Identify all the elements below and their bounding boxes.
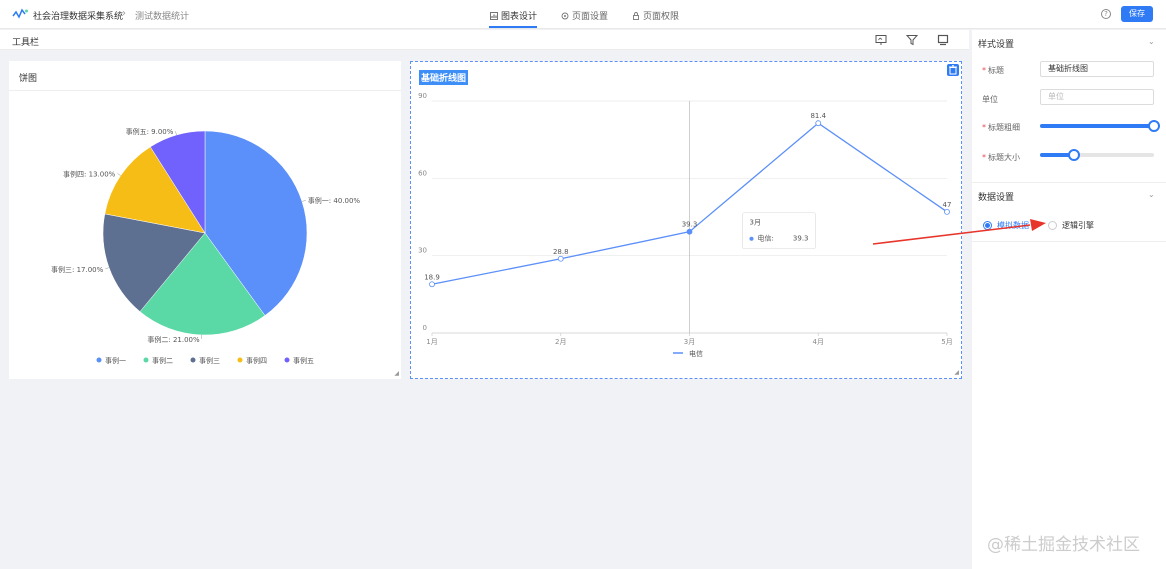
- breadcrumb-separator: ›: [122, 8, 126, 19]
- title-input[interactable]: 基础折线图: [1040, 61, 1154, 77]
- radio-mock-data[interactable]: 模拟数据: [983, 220, 1029, 231]
- radio-checked-icon: [983, 221, 992, 230]
- x-tick-label: 3月: [684, 338, 695, 346]
- resize-handle-icon[interactable]: ◢: [954, 369, 959, 376]
- y-tick-label: 0: [423, 324, 427, 332]
- title-thickness-label: * 标题粗细: [982, 123, 1020, 132]
- gear-icon: [561, 12, 569, 19]
- presentation-icon[interactable]: [875, 34, 887, 46]
- y-tick-label: 60: [418, 169, 427, 177]
- tab-label: 页面设置: [572, 12, 609, 22]
- pie-slice-label: 事例三: 17.00%: [51, 265, 104, 274]
- data-label: 18.9: [424, 273, 440, 281]
- chevron-down-icon[interactable]: ⌄: [1148, 190, 1155, 199]
- tab-page-permissions[interactable]: 页面权限: [632, 9, 679, 22]
- data-point: [686, 228, 693, 235]
- data-point: [815, 120, 822, 127]
- active-tab-indicator: [489, 26, 537, 28]
- data-label: 28.8: [553, 248, 569, 256]
- line-chart: 03060901月 2月 3月 4月 5月18.928.839.381.447电信3月电…: [418, 92, 953, 358]
- radio-logic-engine[interactable]: 逻辑引擎: [1048, 220, 1094, 231]
- legend-label: 事例一: [105, 356, 126, 365]
- line-card-title: 基础折线图: [419, 70, 469, 85]
- lock-icon: [633, 11, 639, 20]
- legend-marker: [96, 357, 102, 363]
- settings-panel: 样式设置 ⌄ * 标题 基础折线图 单位 单位 * 标题粗细 * 标题大小 数据设置 …: [972, 30, 1166, 569]
- slider-thumb[interactable]: [1068, 149, 1081, 161]
- data-label: 47: [943, 201, 952, 209]
- legend-label: 电信: [689, 349, 703, 358]
- legend-marker: [190, 357, 196, 363]
- tab-label: 图表设计: [501, 12, 538, 22]
- tooltip-title: 3月: [750, 219, 761, 227]
- tab-label: 页面权限: [643, 12, 680, 22]
- data-point: [944, 208, 950, 215]
- pie-slice-label: 事例五: 9.00%: [126, 127, 174, 136]
- tooltip-marker: [749, 236, 754, 241]
- data-section-title[interactable]: 数据设置: [978, 190, 1014, 203]
- monitor-icon[interactable]: [937, 34, 949, 46]
- title-label: * 标题: [982, 66, 1004, 75]
- top-bar: 社会治理数据采集系统 › 测试数据统计 图表设计 页面设置 页面权限 ? 保存: [0, 0, 1166, 29]
- title-size-label: * 标题大小: [982, 153, 1020, 162]
- filter-icon[interactable]: [906, 34, 918, 46]
- section-divider: [972, 182, 1166, 183]
- legend-marker: [284, 357, 290, 363]
- title-thickness-slider[interactable]: [1040, 120, 1160, 132]
- line-chart-card[interactable]: 0 30 60 90 1月 2月 3月 4月 5月 18.9 28.8 39.3 81.4 47 电信 3月电…: [410, 61, 962, 379]
- breadcrumb-page[interactable]: 测试数据统计: [135, 9, 189, 22]
- title-size-slider[interactable]: [1040, 149, 1154, 161]
- section-divider: [972, 241, 1166, 242]
- delete-icon[interactable]: [947, 64, 959, 76]
- y-tick-label: 30: [418, 247, 427, 255]
- slider-fill: [1040, 124, 1154, 128]
- tooltip: 3月电信: 39.3: [742, 212, 816, 250]
- help-icon[interactable]: ?: [1101, 9, 1111, 19]
- watermark: @稀土掘金技术社区: [987, 535, 1140, 555]
- pie-label-leader: [117, 173, 121, 176]
- pie-slice-label: 事例二: 21.00%: [147, 335, 200, 344]
- logo-icon: [12, 8, 28, 19]
- legend-label: 事例四: [246, 356, 267, 365]
- y-tick-label: 90: [418, 92, 427, 100]
- resize-handle-icon[interactable]: ◢: [394, 370, 399, 377]
- legend-marker: [143, 357, 149, 363]
- app-title: 社会治理数据采集系统: [33, 12, 124, 22]
- pie-label-leader: [301, 200, 306, 202]
- legend-marker: [237, 357, 243, 363]
- data-point: [429, 281, 435, 288]
- x-tick-label: 2月: [555, 338, 566, 346]
- toolbar: 工具栏: [0, 30, 969, 50]
- chart-icon: [490, 11, 498, 20]
- legend-label: 事例三: [199, 356, 220, 365]
- data-label: 39.3: [682, 221, 698, 229]
- data-point: [557, 255, 564, 262]
- pie-slice-label: 事例四: 13.00%: [63, 169, 116, 178]
- tooltip-value: 39.3: [793, 235, 809, 243]
- pie-label-leader: [175, 131, 177, 136]
- x-tick-label: 1月: [426, 338, 437, 346]
- radio-unchecked-icon: [1048, 221, 1057, 230]
- style-section-title[interactable]: 样式设置: [978, 37, 1014, 50]
- unit-label: 单位: [982, 95, 998, 104]
- unit-input[interactable]: 单位: [1040, 89, 1154, 105]
- x-tick-label: 4月: [813, 338, 824, 346]
- data-label: 81.4: [810, 112, 826, 120]
- legend-label: 事例二: [152, 356, 173, 365]
- save-button[interactable]: 保存: [1121, 6, 1153, 22]
- x-tick-label: 5月: [941, 338, 952, 346]
- pie-chart: 事例一: 40.00% 事例二: 21.00% 事例三: 17.00% 事例四: 13…: [51, 127, 361, 365]
- tooltip-series: 电信:: [758, 234, 774, 243]
- toolbar-label: 工具栏: [12, 38, 40, 48]
- pie-slice-label: 事例一: 40.00%: [308, 196, 361, 205]
- slider-thumb[interactable]: [1148, 120, 1160, 132]
- tab-page-settings[interactable]: 页面设置: [561, 9, 608, 22]
- chevron-down-icon[interactable]: ⌄: [1148, 37, 1155, 46]
- legend-label: 事例五: [293, 356, 314, 365]
- tab-chart-design[interactable]: 图表设计: [490, 9, 537, 22]
- pie-label-leader: [105, 267, 110, 270]
- pie-chart-card[interactable]: 饼图 事例一: 40.00% 事例二: 21.00% 事例三: 17.00% 事例四:…: [9, 61, 401, 379]
